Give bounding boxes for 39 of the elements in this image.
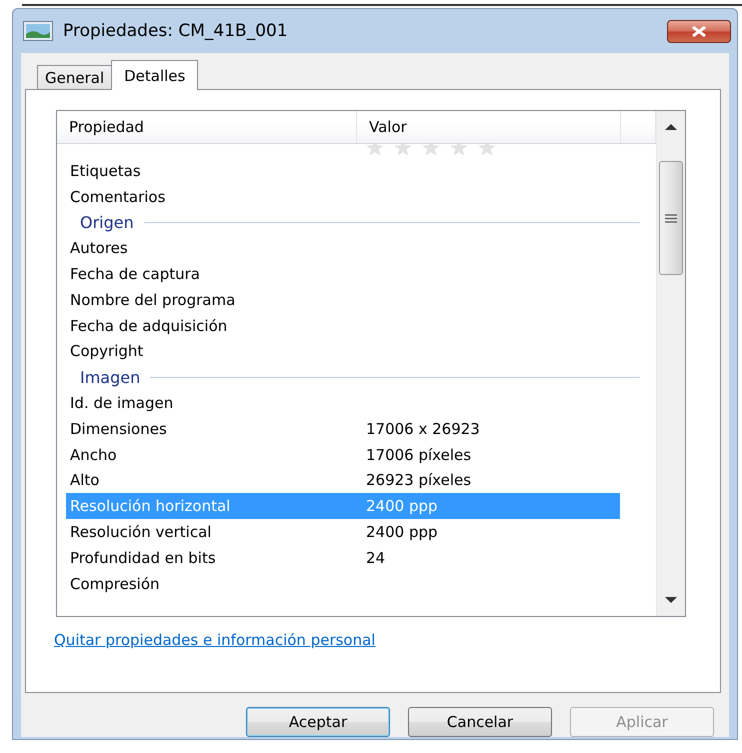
property-name: Dimensiones xyxy=(69,420,168,438)
tab[interactable]: Detalles xyxy=(111,60,198,90)
ok-button[interactable]: Aceptar xyxy=(246,707,390,737)
property-value: 26923 píxeles xyxy=(366,471,472,490)
group-heading: Origen xyxy=(80,212,134,232)
close-button[interactable] xyxy=(667,20,731,42)
property-value: 24 xyxy=(366,548,386,567)
column-header[interactable]: Propiedad xyxy=(57,111,357,143)
grip-icon xyxy=(665,214,677,222)
scroll-down-icon[interactable] xyxy=(665,597,677,603)
property-name: Ancho xyxy=(69,446,118,464)
remove-properties-link[interactable]: Quitar propiedades e información personal xyxy=(54,631,376,649)
property-name: Profundidad en bits xyxy=(69,548,217,567)
property-name: Copyright xyxy=(69,342,144,360)
scroll-thumb[interactable] xyxy=(659,161,683,275)
property-name: Fecha de captura xyxy=(69,265,201,284)
column-header[interactable]: Valor xyxy=(357,111,621,143)
property-name: Alto xyxy=(69,471,100,490)
property-value: 2400 ppp xyxy=(366,497,438,516)
property-name: Autores xyxy=(69,239,129,258)
property-value: 17006 píxeles xyxy=(366,446,472,464)
property-name: Nombre del programa xyxy=(69,290,236,309)
property-name: Etiquetas xyxy=(69,162,142,180)
property-name: Resolución horizontal xyxy=(69,497,232,516)
tab[interactable]: General xyxy=(37,65,112,89)
dialog-button[interactable]: Cancelar xyxy=(408,707,552,737)
group-heading: Imagen xyxy=(80,368,140,387)
property-name: Compresión xyxy=(69,574,161,593)
picture-icon xyxy=(23,21,53,41)
scrollbar[interactable] xyxy=(656,111,685,616)
scroll-up-icon[interactable] xyxy=(665,124,677,130)
property-name: Fecha de adquisición xyxy=(69,316,228,335)
property-value: 2400 ppp xyxy=(366,523,438,542)
property-name: Resolución vertical xyxy=(69,523,212,542)
property-name: Comentarios xyxy=(69,188,166,206)
property-name: Id. de imagen xyxy=(69,394,174,412)
window-title: Propiedades: CM_41B_001 xyxy=(63,21,289,41)
property-value: 17006 x 26923 xyxy=(366,420,480,438)
close-icon xyxy=(691,26,707,36)
